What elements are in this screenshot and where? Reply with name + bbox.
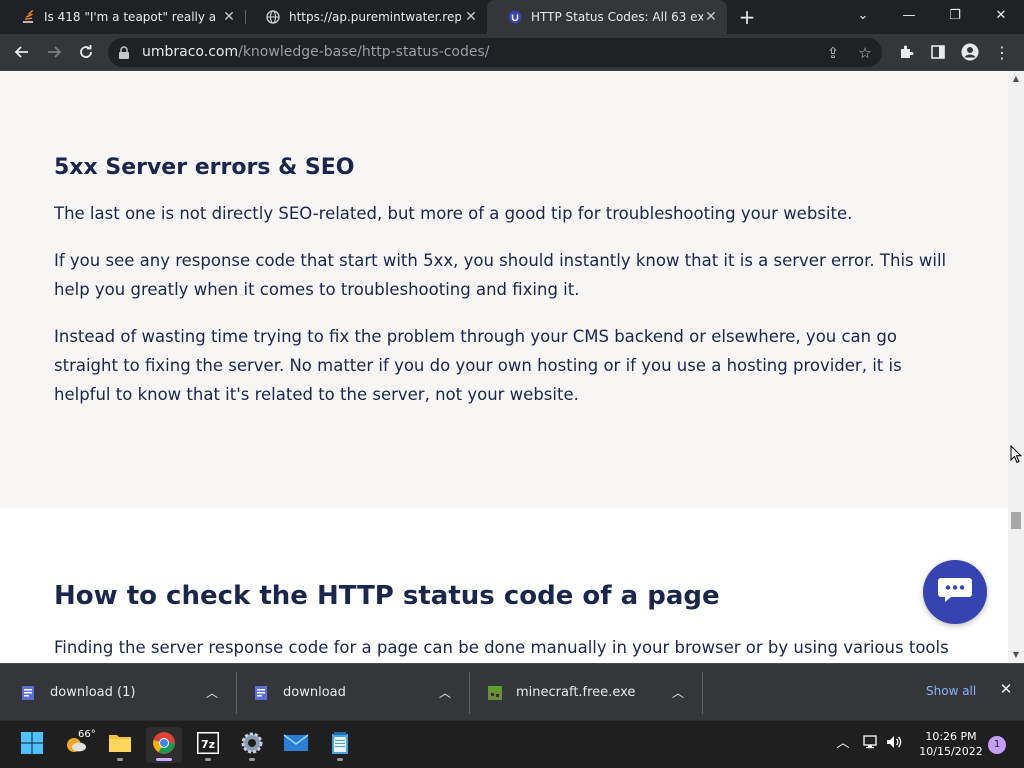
stackoverflow-icon [20,9,36,25]
start-button[interactable] [14,727,50,763]
divider [236,672,237,714]
back-icon[interactable] [8,38,36,66]
profile-icon[interactable] [956,38,984,66]
paragraph: Instead of wasting time trying to fix th… [54,327,902,404]
paragraph: The last one is not directly SEO-related… [54,204,853,223]
chat-widget-button[interactable] [923,560,987,624]
tab-teapot[interactable]: Is 418 "I'm a teapot" really an HTTP ✕ [0,0,245,34]
page-viewport: 5xx Server errors & SEO The last one is … [0,71,1024,663]
scroll-up-arrow-icon[interactable]: ▲ [1008,71,1024,87]
chevron-up-icon[interactable]: ︿ [672,684,684,701]
download-bar: download (1) ︿ download ︿ minecraft.free… [0,663,1024,720]
download-item[interactable]: download (1) ︿ [20,664,230,721]
download-item[interactable]: minecraft.free.exe ︿ [486,664,696,721]
taskbar-notepad[interactable] [322,727,358,763]
scroll-thumb[interactable] [1011,512,1021,529]
extensions-icon[interactable] [892,38,920,66]
show-all-downloads-link[interactable]: Show all [926,684,976,698]
url-host: umbraco.com [142,44,239,60]
mouse-cursor-icon [1010,444,1023,468]
download-filename: minecraft.free.exe [516,685,636,700]
running-indicator [337,758,343,761]
paragraph: Finding the server response code for a p… [54,638,949,657]
forward-icon[interactable] [40,38,68,66]
minecraft-icon [486,684,504,702]
7zip-icon: 7z [196,731,220,759]
close-tab-icon[interactable]: ✕ [463,9,479,25]
folder-icon [108,732,132,758]
close-tab-icon[interactable]: ✕ [221,9,237,25]
umbraco-icon [507,9,523,25]
running-indicator [156,758,172,761]
download-filename: download (1) [50,685,136,700]
svg-text:7z: 7z [201,738,215,751]
running-indicator [205,758,211,761]
url-text: umbraco.com/knowledge-base/http-status-c… [142,44,490,60]
running-indicator [117,758,123,761]
chrome-icon [152,731,176,759]
weather-temperature: 66° [78,729,96,740]
chat-icon [937,576,973,608]
taskbar-settings[interactable] [234,727,270,763]
taskbar-chrome[interactable] [146,727,182,763]
notification-badge[interactable]: 1 [988,736,1006,754]
notepad-icon [330,731,350,759]
lock-icon [118,45,130,64]
download-item[interactable]: download ︿ [253,664,463,721]
taskbar-7zip[interactable]: 7z [190,727,226,763]
tray-overflow-chevron-icon[interactable]: ︿ [834,735,852,753]
volume-icon[interactable] [886,735,904,753]
browser-toolbar: umbraco.com/knowledge-base/http-status-c… [0,34,1024,71]
paragraph: If you see any response code that start … [54,251,947,299]
reload-icon[interactable] [72,38,100,66]
url-path: /knowledge-base/http-status-codes/ [238,44,490,60]
taskbar-file-explorer[interactable] [102,727,138,763]
file-icon [253,684,271,702]
page-scrollbar[interactable]: ▲ ▼ [1008,71,1024,663]
close-download-bar-icon[interactable]: ✕ [998,681,1014,697]
tab-title: Is 418 "I'm a teapot" really an HTTP [44,10,216,24]
windows-logo-icon [20,731,44,759]
address-bar[interactable]: umbraco.com/knowledge-base/http-status-c… [108,38,882,67]
tab-title: https://ap.puremintwater.repl.co [289,10,461,24]
divider [702,672,703,714]
clock-date: 10/15/2022 [919,745,983,758]
section-heading-5xx: 5xx Server errors & SEO [54,155,355,180]
window-close-icon[interactable]: ✕ [978,0,1024,30]
close-tab-icon[interactable]: ✕ [703,9,719,25]
globe-icon [265,9,281,25]
tab-title: HTTP Status Codes: All 63 explained [531,10,703,24]
system-clock[interactable]: 10:26 PM 10/15/2022 [915,729,987,759]
menu-kebab-icon[interactable]: ⋮ [988,38,1016,66]
network-icon[interactable] [862,735,880,753]
file-icon [20,684,38,702]
chevron-up-icon[interactable]: ︿ [206,684,218,701]
download-filename: download [283,685,346,700]
minimize-icon[interactable]: — [886,0,932,30]
gear-icon [240,731,264,759]
section-heading-check-status: How to check the HTTP status code of a p… [54,581,720,611]
new-tab-icon[interactable]: + [736,6,758,28]
tab-http-status-codes[interactable]: HTTP Status Codes: All 63 explained ✕ [487,0,727,34]
side-panel-icon[interactable] [924,38,952,66]
mail-icon [283,733,309,757]
clock-time: 10:26 PM [925,730,977,743]
tab-repl[interactable]: https://ap.puremintwater.repl.co ✕ [245,0,487,34]
taskbar-mail[interactable] [278,727,314,763]
bookmark-star-icon[interactable]: ☆ [856,44,874,62]
windows-taskbar: 66° 7z ︿ 10:26 PM 10/15/2022 1 [0,720,1024,768]
tab-search-chevron-icon[interactable]: ⌄ [840,0,886,30]
divider [469,672,470,714]
scroll-down-arrow-icon[interactable]: ▼ [1008,647,1024,663]
tab-strip: Is 418 "I'm a teapot" really an HTTP ✕ h… [0,0,1024,34]
share-icon[interactable]: ⇪ [824,44,842,62]
chevron-up-icon[interactable]: ︿ [439,684,451,701]
running-indicator [249,758,255,761]
restore-icon[interactable]: ❐ [932,0,978,30]
